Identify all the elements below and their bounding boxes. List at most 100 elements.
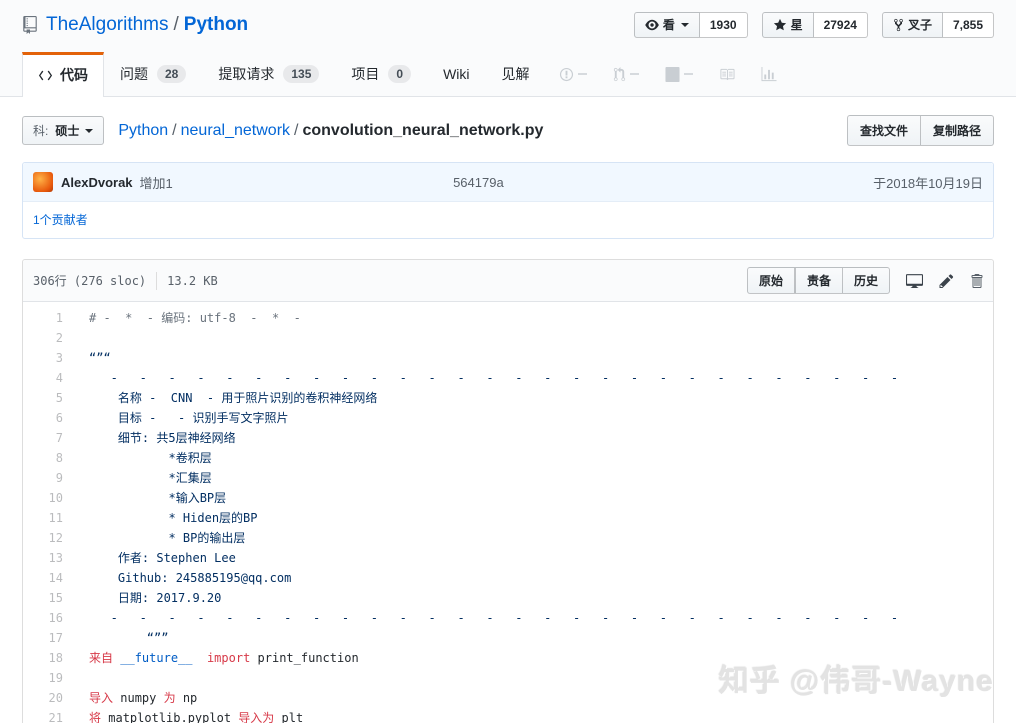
line-number[interactable]: 6 <box>23 408 75 428</box>
code-line: 15 日期: 2017.9.20 <box>23 588 993 608</box>
repo-owner-link[interactable]: TheAlgorithms <box>46 14 169 35</box>
book-icon[interactable] <box>706 52 748 96</box>
code-line: 16 - - - - - - - - - - - - - - - - - - -… <box>23 608 993 628</box>
code-line: 9 *汇集层 <box>23 468 993 488</box>
line-number[interactable]: 5 <box>23 388 75 408</box>
line-content: *汇集层 <box>89 471 212 485</box>
commit-box: AlexDvorak 增加1 564179a 于2018年10月19日 1个贡献… <box>22 162 994 239</box>
line-number[interactable]: 13 <box>23 548 75 568</box>
star-button[interactable]: 星 <box>761 12 814 38</box>
avatar[interactable] <box>33 172 53 192</box>
line-content: 目标 - - 识别手写文字照片 <box>89 411 289 425</box>
line-number[interactable]: 20 <box>23 688 75 708</box>
tab-Wiki[interactable]: Wiki <box>427 52 485 96</box>
project-board-icon[interactable] <box>652 52 706 96</box>
line-number[interactable]: 8 <box>23 448 75 468</box>
line-number[interactable]: 21 <box>23 708 75 723</box>
star-label: 星 <box>790 18 803 32</box>
tab-代码[interactable]: 代码 <box>22 52 104 97</box>
chevron-down-icon <box>85 128 94 137</box>
line-number[interactable]: 16 <box>23 608 75 628</box>
line-number[interactable]: 1 <box>23 308 75 328</box>
commit-message-link[interactable]: 增加1 <box>140 173 173 192</box>
raw-button[interactable]: 原始 <box>746 267 795 294</box>
line-number[interactable]: 10 <box>23 488 75 508</box>
line-content: # - * - 编码: utf-8 - * - <box>89 311 301 325</box>
tab-见解[interactable]: 见解 <box>486 52 546 96</box>
line-number[interactable]: 19 <box>23 668 75 688</box>
code-line: 20 导入 numpy 为 np <box>23 688 993 708</box>
code-line: 14 Github: 245885195@qq.com <box>23 568 993 588</box>
line-content: Github: 245885195@qq.com <box>89 571 292 585</box>
line-number[interactable]: 12 <box>23 528 75 548</box>
blame-button[interactable]: 责备 <box>794 267 843 294</box>
repo-name-link[interactable]: Python <box>184 14 248 35</box>
code-line: 17 “”” <box>23 628 993 648</box>
line-content <box>75 328 993 348</box>
file-nav-buttons: 查找文件 复制路径 <box>846 115 994 146</box>
code-line: 2 <box>23 328 993 348</box>
line-content: * BP的输出层 <box>89 531 246 545</box>
line-content: - - - - - - - - - - - - - - - - - - - - … <box>89 611 899 625</box>
fork-button[interactable]: 叉子 <box>881 12 943 38</box>
fork-count[interactable]: 7,855 <box>942 12 994 38</box>
line-content: 作者: Stephen Lee <box>89 551 236 565</box>
graph-icon[interactable] <box>748 52 790 96</box>
breadcrumb-repo-link[interactable]: Python <box>118 122 168 139</box>
fork-icon <box>893 18 904 32</box>
line-number[interactable]: 15 <box>23 588 75 608</box>
line-number[interactable]: 2 <box>23 328 75 348</box>
commit-hash[interactable]: 564179a <box>453 175 873 190</box>
line-number[interactable]: 7 <box>23 428 75 448</box>
divider <box>156 271 158 290</box>
code-line: 11 * Hiden层的BP <box>23 508 993 528</box>
loading-dash <box>629 73 639 75</box>
line-number[interactable]: 14 <box>23 568 75 588</box>
eye-icon <box>645 18 659 32</box>
line-number[interactable]: 17 <box>23 628 75 648</box>
tab-counter: 28 <box>157 65 187 83</box>
tab-项目[interactable]: 项目 0 <box>335 52 427 96</box>
line-content: 导入 numpy 为 np <box>89 691 198 705</box>
line-content: “”” <box>89 631 169 645</box>
tab-label: 问题 <box>120 66 148 82</box>
line-number[interactable]: 11 <box>23 508 75 528</box>
display-icon[interactable] <box>906 272 923 289</box>
tab-问题[interactable]: 问题 28 <box>104 52 202 96</box>
breadcrumb-folder-link[interactable]: neural_network <box>181 122 290 139</box>
commit-author-link[interactable]: AlexDvorak <box>61 175 133 190</box>
breadcrumb-separator: / <box>172 121 177 139</box>
line-number[interactable]: 18 <box>23 648 75 668</box>
code-line: 4 - - - - - - - - - - - - - - - - - - - … <box>23 368 993 388</box>
code-line: 12 * BP的输出层 <box>23 528 993 548</box>
branch-prefix-label: 科: <box>33 124 49 138</box>
code-line: 6 目标 - - 识别手写文字照片 <box>23 408 993 428</box>
watch-count[interactable]: 1930 <box>699 12 748 38</box>
star-count[interactable]: 27924 <box>813 12 868 38</box>
contributors-row: 1个贡献者 <box>23 201 993 238</box>
code-line: 10 *输入BP层 <box>23 488 993 508</box>
pull-request-icon[interactable] <box>600 52 652 96</box>
star-icon <box>773 18 787 32</box>
issue-alert-icon[interactable] <box>546 52 600 96</box>
breadcrumb-separator: / <box>294 121 299 139</box>
copy-path-button[interactable]: 复制路径 <box>920 115 994 146</box>
watch-button[interactable]: 看 <box>633 12 700 38</box>
line-content: 名称 - CNN - 用于照片识别的卷积神经网络 <box>89 391 378 405</box>
breadcrumb-filename: convolution_neural_network.py <box>302 121 544 139</box>
history-button[interactable]: 历史 <box>842 267 890 294</box>
find-file-button[interactable]: 查找文件 <box>846 115 921 146</box>
trash-icon[interactable] <box>970 273 983 289</box>
tab-提取请求[interactable]: 提取请求 135 <box>202 52 335 96</box>
fork-label: 叉子 <box>907 18 932 32</box>
contributors-link[interactable]: 1个贡献者 <box>33 213 88 227</box>
code-line: 1 # - * - 编码: utf-8 - * - <box>23 308 993 328</box>
main-content: 科: 硕士 Python / neural_network / convolution_… <box>0 115 1016 723</box>
tab-label: Wiki <box>443 66 470 82</box>
branch-selector-button[interactable]: 科: 硕士 <box>22 116 105 145</box>
line-number[interactable]: 4 <box>23 368 75 388</box>
pencil-icon[interactable] <box>939 273 954 289</box>
watch-group: 看 1930 <box>633 12 748 38</box>
line-number[interactable]: 3 <box>23 348 75 368</box>
line-number[interactable]: 9 <box>23 468 75 488</box>
